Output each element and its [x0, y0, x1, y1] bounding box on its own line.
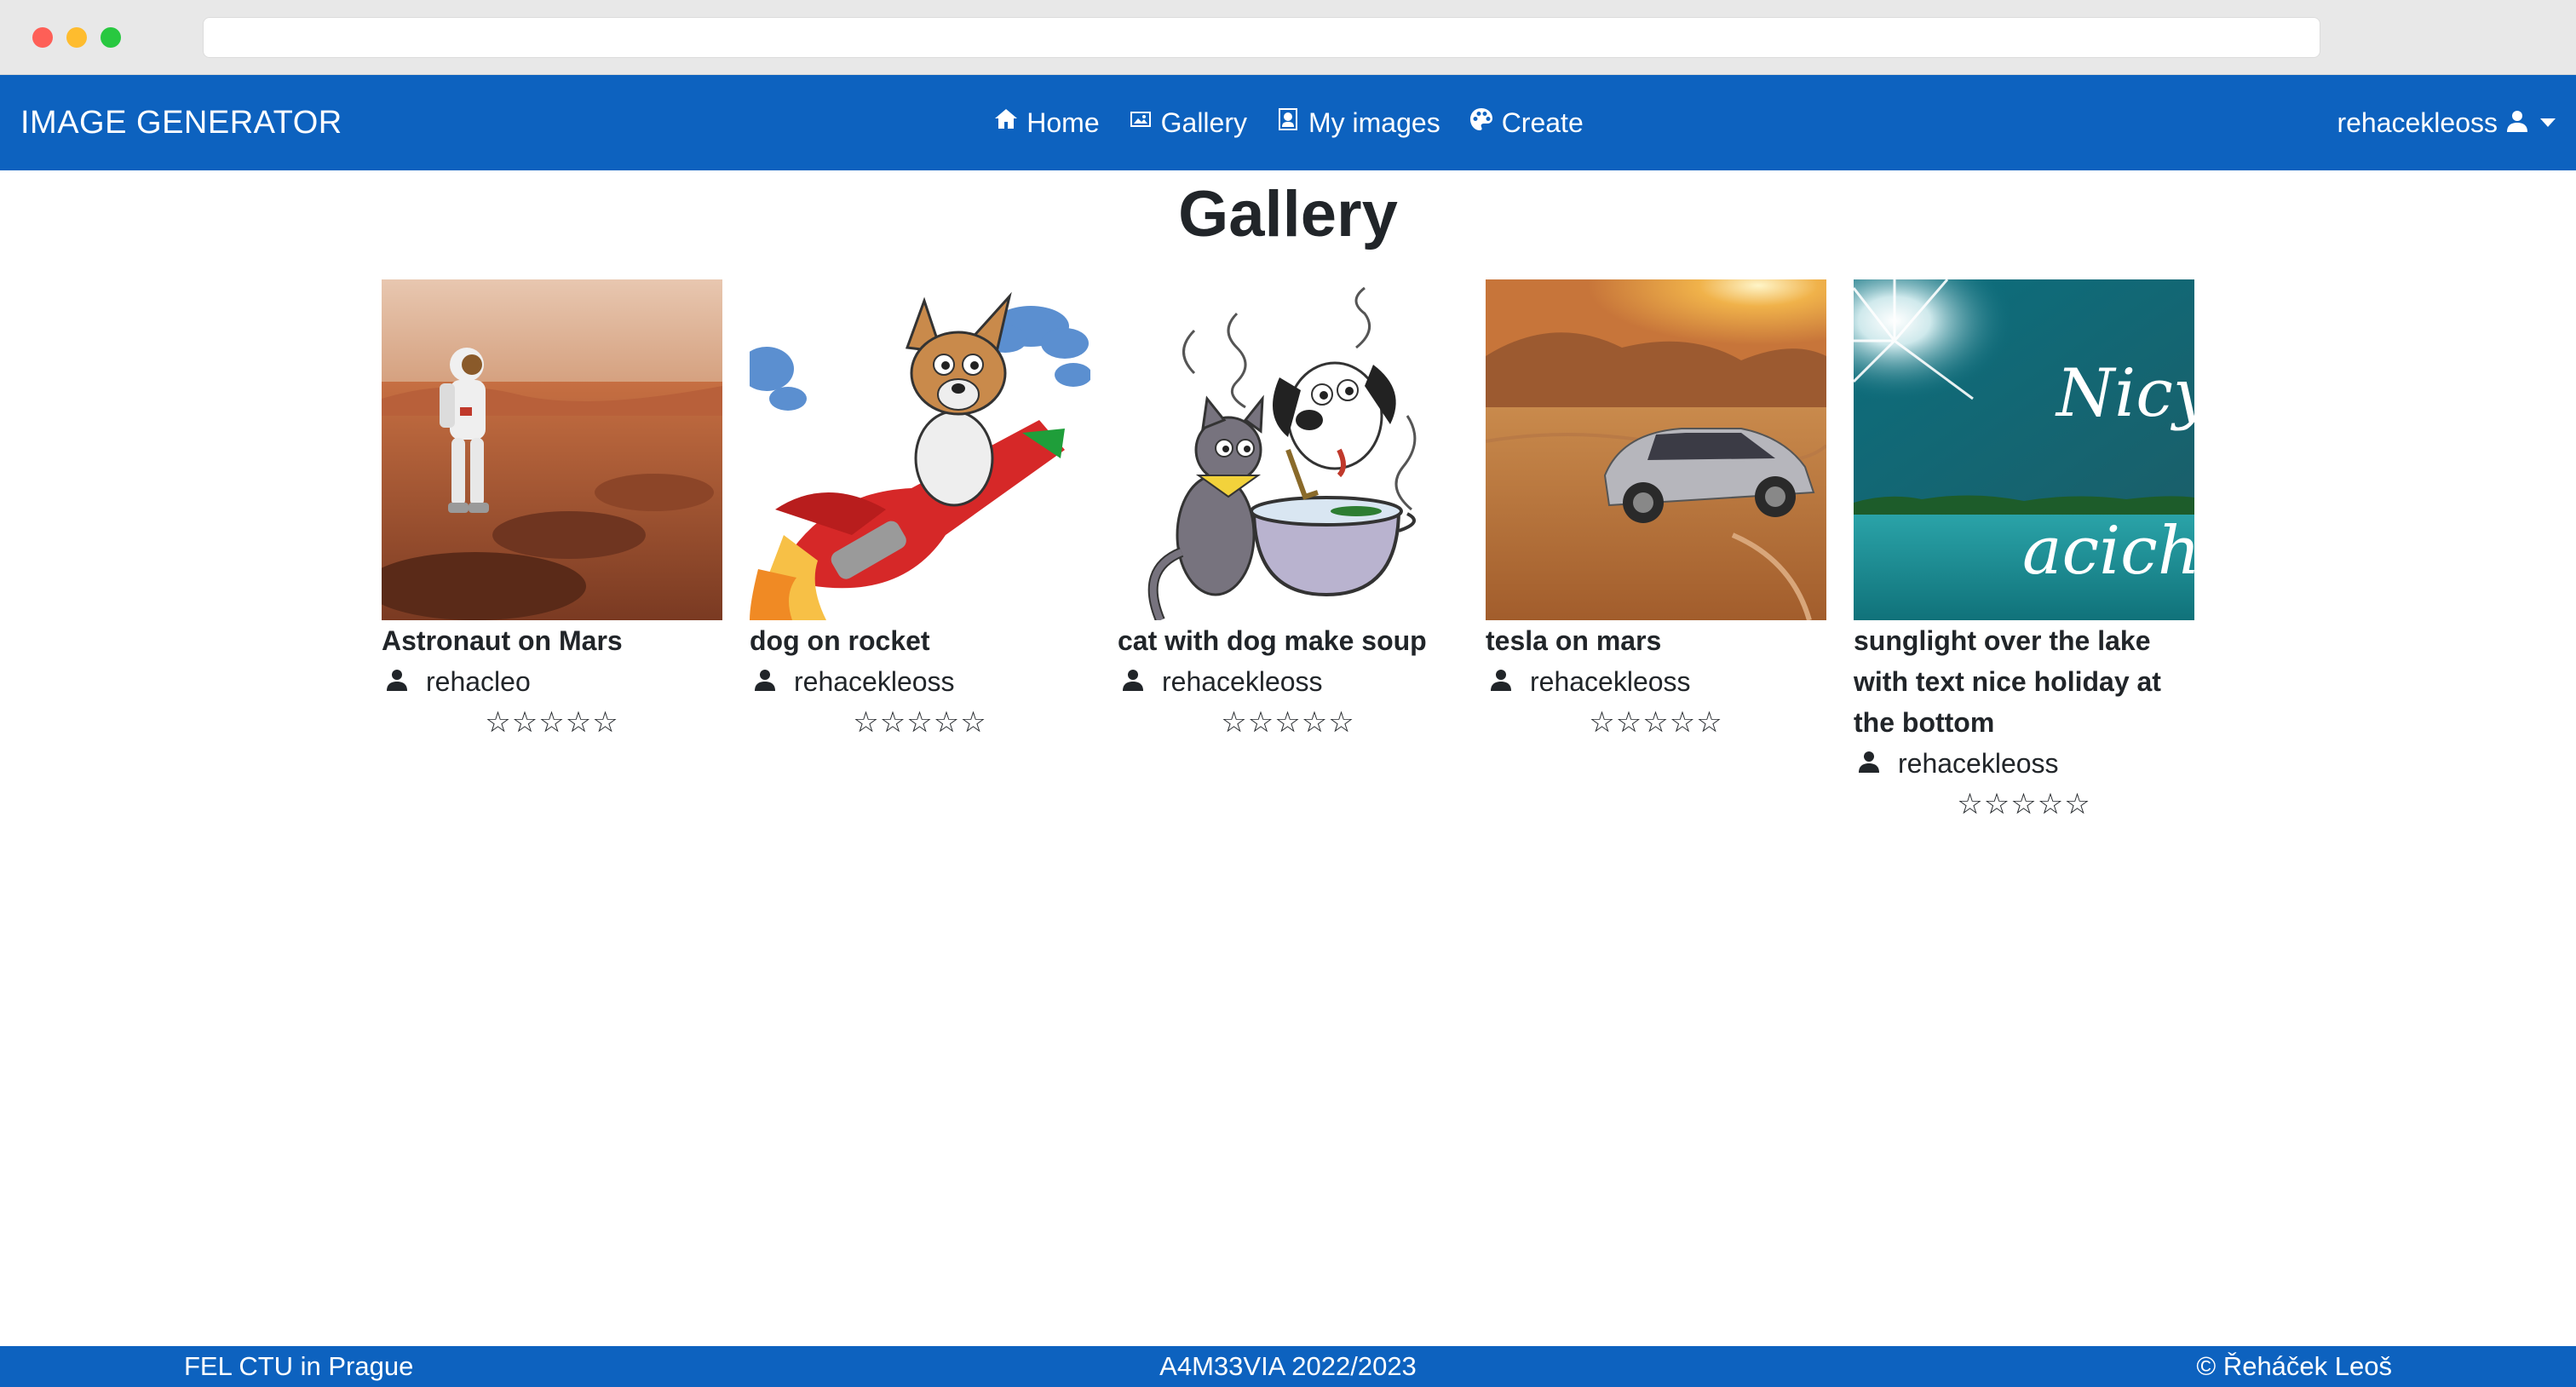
- card-author: rehacekleoss: [750, 661, 1090, 702]
- nav-link-label: Home: [1026, 106, 1100, 138]
- user-icon: [387, 661, 407, 702]
- nav-link-gallery[interactable]: Gallery: [1127, 106, 1247, 140]
- gallery-image[interactable]: [382, 279, 722, 620]
- gallery-card: cat with dog make soup rehacekleoss ☆☆☆☆…: [1118, 279, 1458, 825]
- nav-link-my-images[interactable]: My images: [1274, 106, 1440, 140]
- user-menu-dropdown[interactable]: rehacekleoss: [2337, 75, 2556, 170]
- author-name: rehacekleoss: [1162, 666, 1323, 697]
- card-author: rehacleo: [382, 661, 722, 702]
- user-menu-label: rehacekleoss: [2337, 106, 2498, 138]
- author-name: rehacekleoss: [1898, 748, 2059, 779]
- card-title[interactable]: dog on rocket: [750, 620, 1090, 661]
- author-name: rehacekleoss: [794, 666, 955, 697]
- gallery-card: Nicy acich sunglight over the lake with …: [1854, 279, 2194, 825]
- portrait-icon: [1274, 106, 1302, 140]
- address-bar[interactable]: [203, 17, 2320, 58]
- author-name: rehacleo: [426, 666, 531, 697]
- card-title[interactable]: cat with dog make soup: [1118, 620, 1458, 661]
- nav-link-label: My images: [1308, 106, 1440, 138]
- footer-course: A4M33VIA 2022/2023: [1159, 1351, 1417, 1381]
- card-title[interactable]: sunglight over the lake with text nice h…: [1854, 620, 2194, 743]
- gallery-image[interactable]: [1486, 279, 1826, 620]
- user-icon: [1491, 661, 1511, 702]
- footer-copyright: © Řeháček Leoš: [2196, 1351, 2392, 1381]
- card-author: rehacekleoss: [1486, 661, 1826, 702]
- gallery-grid: Astronaut on Mars rehacleo ☆☆☆☆☆ dog on …: [382, 279, 2194, 825]
- gallery-card: tesla on mars rehacekleoss ☆☆☆☆☆: [1486, 279, 1826, 825]
- page-footer: FEL CTU in Prague A4M33VIA 2022/2023 © Ř…: [0, 1346, 2576, 1387]
- images-icon: [1127, 106, 1154, 140]
- gallery-card: dog on rocket rehacekleoss ☆☆☆☆☆: [750, 279, 1090, 825]
- author-name: rehacekleoss: [1530, 666, 1691, 697]
- nav-link-create[interactable]: Create: [1468, 106, 1584, 140]
- user-icon: [2506, 107, 2528, 139]
- card-title[interactable]: Astronaut on Mars: [382, 620, 722, 661]
- top-navbar: IMAGE GENERATOR Home Gallery My images C…: [0, 75, 2576, 170]
- gallery-image[interactable]: Nicy acich: [1854, 279, 2194, 620]
- card-author: rehacekleoss: [1854, 743, 2194, 784]
- user-icon: [1859, 743, 1879, 784]
- user-icon: [755, 661, 775, 702]
- star-rating[interactable]: ☆☆☆☆☆: [1118, 702, 1458, 743]
- gallery-card: Astronaut on Mars rehacleo ☆☆☆☆☆: [382, 279, 722, 825]
- nav-link-label: Gallery: [1160, 106, 1247, 138]
- image-text-bottom: acich: [2022, 513, 2194, 590]
- palette-icon: [1468, 106, 1495, 140]
- nav-links: Home Gallery My images Create: [0, 75, 2576, 170]
- card-author: rehacekleoss: [1118, 661, 1458, 702]
- nav-link-label: Create: [1501, 106, 1584, 138]
- star-rating[interactable]: ☆☆☆☆☆: [1486, 702, 1826, 743]
- star-rating[interactable]: ☆☆☆☆☆: [1854, 784, 2194, 825]
- user-icon: [1123, 661, 1143, 702]
- nav-link-home[interactable]: Home: [992, 106, 1100, 140]
- gallery-image[interactable]: [750, 279, 1090, 620]
- close-window-button[interactable]: [32, 27, 53, 48]
- page-title: Gallery: [1178, 178, 1398, 250]
- image-text-top: Nicy: [2055, 355, 2194, 432]
- gallery-image[interactable]: [1118, 279, 1458, 620]
- browser-chrome: [0, 0, 2576, 75]
- card-title[interactable]: tesla on mars: [1486, 620, 1826, 661]
- star-rating[interactable]: ☆☆☆☆☆: [750, 702, 1090, 743]
- maximize-window-button[interactable]: [101, 27, 121, 48]
- minimize-window-button[interactable]: [66, 27, 87, 48]
- star-rating[interactable]: ☆☆☆☆☆: [382, 702, 722, 743]
- chevron-down-icon: [2540, 118, 2556, 127]
- home-icon: [992, 106, 1020, 140]
